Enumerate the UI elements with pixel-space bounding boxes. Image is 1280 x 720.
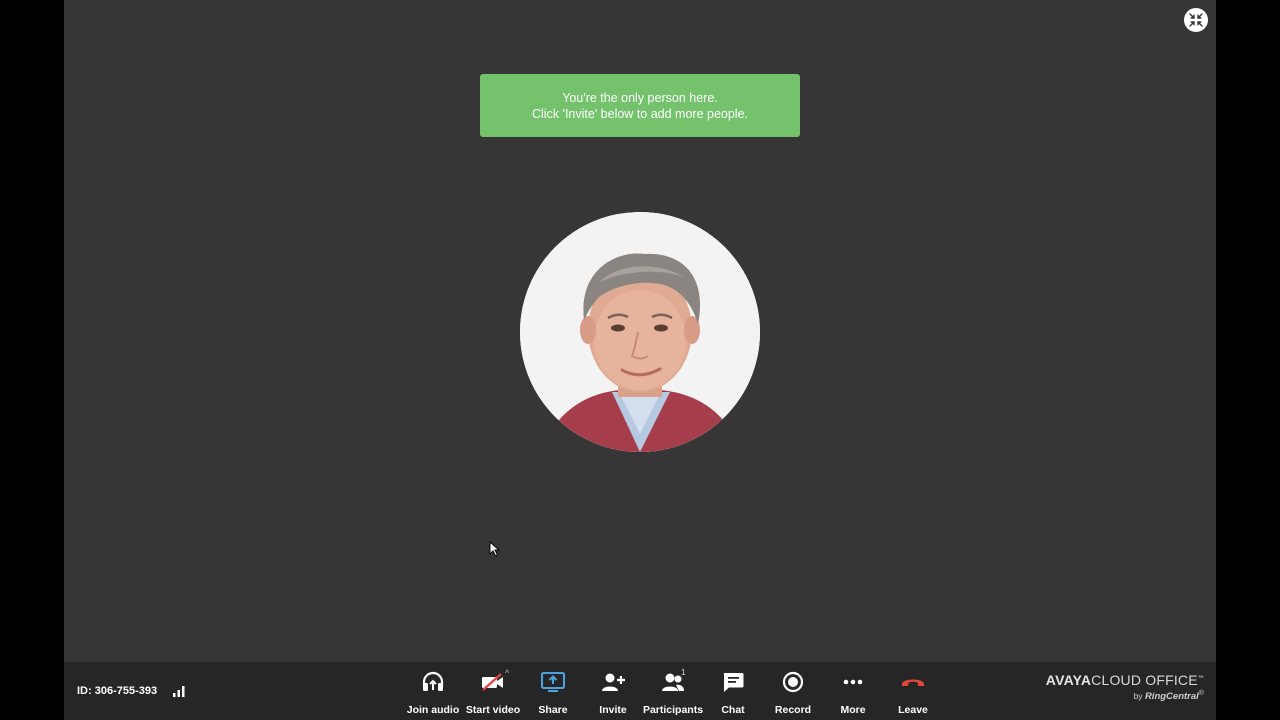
leave-button[interactable]: Leave — [883, 670, 943, 716]
notice-line-1: You're the only person here. — [562, 90, 718, 105]
invite-label: Invite — [599, 704, 627, 716]
hang-up-icon — [902, 679, 924, 686]
video-off-icon — [482, 673, 503, 691]
meeting-toolbar: ID: 306-755-393 Join audio ^ Start video… — [64, 662, 1216, 720]
record-button[interactable]: Record — [763, 670, 823, 716]
brand-product: CLOUD OFFICE — [1091, 672, 1198, 688]
more-icon — [843, 679, 863, 685]
brand-by: by — [1133, 690, 1143, 701]
participants-count-badge: 1 — [681, 668, 686, 677]
invite-button[interactable]: Invite — [583, 670, 643, 716]
start-video-button[interactable]: ^ Start video — [463, 668, 523, 716]
brand-partner: RingCentral — [1144, 690, 1199, 702]
chat-label: Chat — [721, 704, 745, 716]
video-stage: You're the only person here. Click 'Invi… — [64, 0, 1216, 662]
video-options-caret[interactable]: ^ — [505, 668, 509, 678]
chat-icon — [723, 673, 744, 692]
participant-photo — [520, 212, 760, 452]
signal-strength-icon[interactable] — [172, 684, 186, 698]
add-person-icon — [602, 673, 625, 691]
record-label: Record — [774, 704, 812, 716]
participant-avatar — [520, 212, 760, 452]
brand-logo: AVAYACLOUD OFFICE™ by RingCentral® — [1024, 672, 1204, 702]
mouse-cursor-icon — [489, 541, 501, 557]
collapse-icon — [1189, 13, 1203, 27]
brand-partner-mark: ® — [1198, 689, 1204, 697]
participants-label: Participants — [642, 704, 704, 716]
meeting-id: ID: 306-755-393 — [77, 685, 158, 697]
join-audio-button[interactable]: Join audio — [403, 670, 463, 716]
headphones-icon — [422, 671, 444, 691]
share-screen-icon — [541, 672, 565, 692]
brand-avaya: AVAYA — [1045, 672, 1092, 688]
more-button[interactable]: More — [823, 670, 883, 716]
join-audio-label: Join audio — [406, 704, 460, 716]
start-video-label: Start video — [465, 704, 521, 716]
share-button[interactable]: Share — [523, 670, 583, 716]
participants-button[interactable]: 1 Participants — [642, 668, 704, 716]
record-icon — [782, 671, 804, 693]
share-label: Share — [538, 704, 568, 716]
only-person-notice: You're the only person here. Click 'Invi… — [480, 74, 800, 137]
chat-button[interactable]: Chat — [703, 670, 763, 716]
exit-fullscreen-button[interactable] — [1184, 8, 1208, 32]
leave-label: Leave — [898, 704, 928, 716]
brand-trademark: ™ — [1197, 675, 1204, 682]
meeting-window: You're the only person here. Click 'Invi… — [64, 0, 1216, 720]
more-label: More — [840, 704, 866, 716]
notice-line-2: Click 'Invite' below to add more people. — [532, 106, 748, 121]
